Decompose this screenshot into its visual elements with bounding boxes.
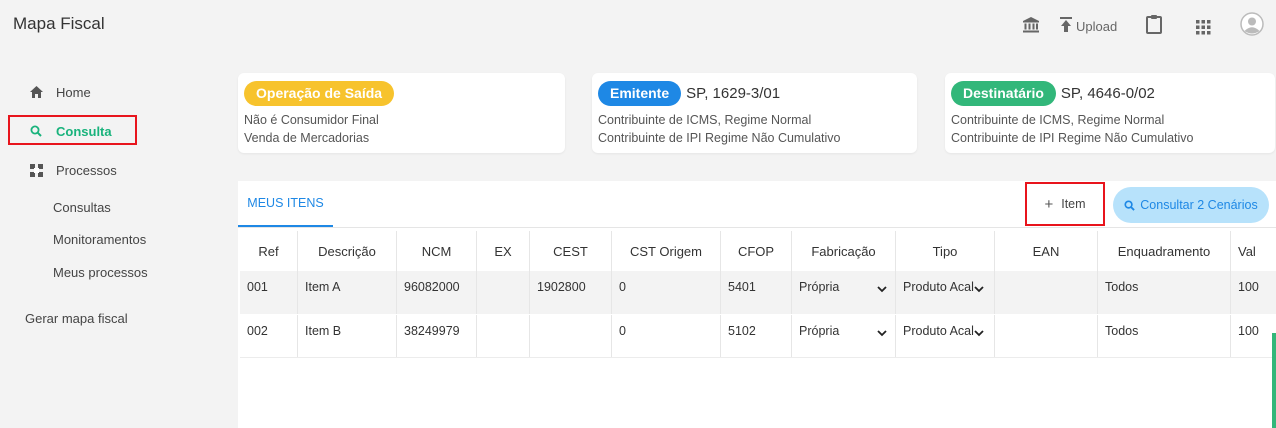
destinatario-line1: Contribuinte de ICMS, Regime Normal <box>951 113 1165 127</box>
col-header-cfop: CFOP <box>721 231 792 271</box>
fabricacao-value: Própria <box>799 324 840 338</box>
sidebar-subitem-meus-processos[interactable]: Meus processos <box>53 265 148 280</box>
card-emitente: Emitente SP, 1629-3/01 Contribuinte de I… <box>592 73 917 153</box>
upload-label: Upload <box>1076 18 1118 34</box>
col-header-cest: CEST <box>530 231 612 271</box>
fabricacao-select[interactable]: Própria <box>792 271 896 314</box>
operacao-line1: Não é Consumidor Final <box>244 113 379 127</box>
col-header-ex: EX <box>477 231 530 271</box>
sidebar-subitem-consultas[interactable]: Consultas <box>53 200 111 215</box>
consultar-cenarios-button[interactable]: Consultar 2 Cenários <box>1113 187 1269 223</box>
table-header: Ref Descrição NCM EX CEST CST Origem CFO… <box>240 231 1276 271</box>
apps-grid-icon[interactable] <box>1196 14 1211 40</box>
scrollbar[interactable] <box>1272 333 1276 428</box>
top-bar: Mapa Fiscal Upload <box>0 0 1276 48</box>
cell-cst-origem: 0 <box>612 271 721 314</box>
home-icon <box>26 86 46 98</box>
highlight-box <box>8 115 137 145</box>
sidebar-item-label: Processos <box>56 162 117 178</box>
sidebar-subitem-monitoramentos[interactable]: Monitoramentos <box>53 232 146 247</box>
cell-val: 100 <box>1238 280 1259 294</box>
chevron-down-icon <box>877 282 887 296</box>
search-icon <box>1124 199 1136 211</box>
chevron-down-icon <box>974 326 984 340</box>
col-header-fabricacao: Fabricação <box>792 231 896 271</box>
col-header-val: Val <box>1238 243 1256 259</box>
card-destinatario: Destinatário SP, 4646-0/02 Contribuinte … <box>945 73 1275 153</box>
col-header-descricao: Descrição <box>298 231 397 271</box>
chevron-down-icon <box>877 326 887 340</box>
upload-icon <box>1060 17 1072 33</box>
chevron-down-icon <box>974 282 984 296</box>
card-operacao: Operação de Saída Não é Consumidor Final… <box>238 73 565 153</box>
app-title: Mapa Fiscal <box>13 14 105 33</box>
destinatario-value: SP, 4646-0/02 <box>1060 85 1155 102</box>
clipboard-icon[interactable] <box>1146 11 1162 37</box>
col-header-ncm: NCM <box>397 231 477 271</box>
table-row[interactable]: 002 Item B 38249979 0 5102 Própria Produ… <box>240 315 1276 358</box>
cell-ncm: 96082000 <box>397 271 477 314</box>
process-icon <box>26 163 46 177</box>
cell-ref: 002 <box>240 315 298 357</box>
cell-ref: 001 <box>240 271 298 314</box>
col-header-ref: Ref <box>240 231 298 271</box>
destinatario-badge: Destinatário <box>951 81 1056 106</box>
table-row[interactable]: 001 Item A 96082000 1902800 0 5401 Própr… <box>240 271 1276 314</box>
emitente-value: SP, 1629-3/01 <box>686 85 781 102</box>
highlight-box <box>1025 182 1105 226</box>
cell-cest: 1902800 <box>530 271 612 314</box>
cell-enquadramento: Todos <box>1098 315 1231 357</box>
consultar-label: Consultar 2 Cenários <box>1140 198 1258 212</box>
sidebar-item-home[interactable]: Home <box>10 78 210 106</box>
tab-meus-itens[interactable]: MEUS ITENS <box>238 181 333 227</box>
operacao-line2: Venda de Mercadorias <box>244 131 370 145</box>
col-header-enquadramento: Enquadramento <box>1098 231 1231 271</box>
tipo-select[interactable]: Produto Acal <box>896 271 995 314</box>
sidebar-item-processos[interactable]: Processos <box>10 156 210 184</box>
destinatario-line2: Contribuinte de IPI Regime Não Cumulativ… <box>951 131 1194 145</box>
sidebar-item-gerar-mapa[interactable]: Gerar mapa fiscal <box>25 311 128 326</box>
cell-ex <box>477 271 530 314</box>
tipo-value: Produto Acal <box>903 324 974 338</box>
col-header-ean: EAN <box>995 231 1098 271</box>
tab-divider <box>238 227 1276 228</box>
tipo-value: Produto Acal <box>903 280 974 294</box>
upload-button[interactable]: Upload <box>1060 12 1117 38</box>
cell-cfop: 5102 <box>721 315 792 357</box>
cell-ean <box>995 315 1098 357</box>
emitente-badge: Emitente <box>598 81 682 106</box>
emitente-line2: Contribuinte de IPI Regime Não Cumulativ… <box>598 131 841 145</box>
fabricacao-select[interactable]: Própria <box>792 315 896 357</box>
cell-ex <box>477 315 530 357</box>
sidebar-item-label: Home <box>56 84 91 100</box>
cell-descricao: Item B <box>298 315 397 357</box>
fabricacao-value: Própria <box>799 280 840 294</box>
cell-cest <box>530 315 612 357</box>
cell-ean <box>995 271 1098 314</box>
col-header-cst-origem: CST Origem <box>612 231 721 271</box>
cell-ncm: 38249979 <box>397 315 477 357</box>
cell-cst-origem: 0 <box>612 315 721 357</box>
cell-descricao: Item A <box>298 271 397 314</box>
col-header-tipo: Tipo <box>896 231 995 271</box>
cell-cfop: 5401 <box>721 271 792 314</box>
operacao-badge: Operação de Saída <box>244 81 395 106</box>
user-avatar-icon[interactable] <box>1240 11 1264 37</box>
emitente-line1: Contribuinte de ICMS, Regime Normal <box>598 113 812 127</box>
bank-icon[interactable] <box>1022 12 1040 38</box>
cell-val: 100 <box>1238 324 1259 338</box>
tipo-select[interactable]: Produto Acal <box>896 315 995 357</box>
cell-enquadramento: Todos <box>1098 271 1231 314</box>
items-panel: MEUS ITENS + Item Consultar 2 Cenários R… <box>238 181 1276 428</box>
